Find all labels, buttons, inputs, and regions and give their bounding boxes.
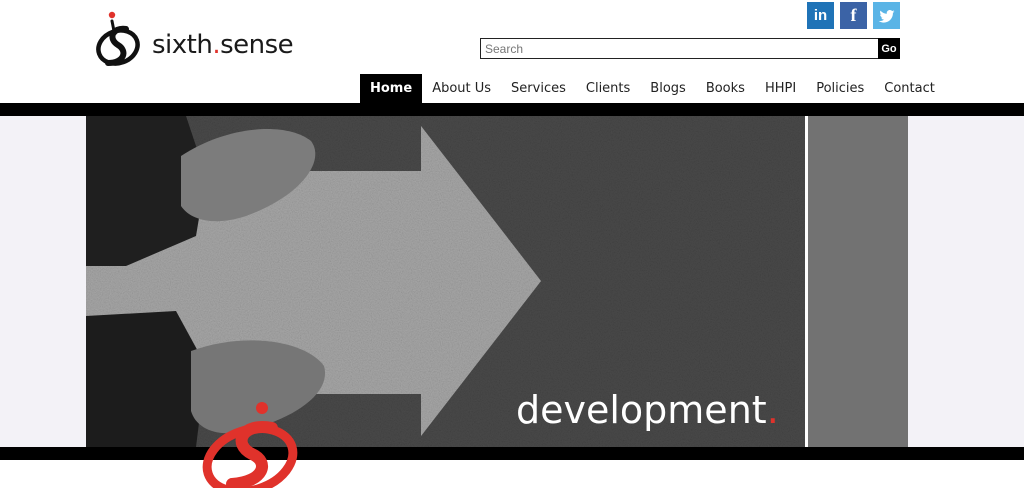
nav-about-us[interactable]: About Us	[422, 74, 501, 103]
search-bar: Go	[480, 38, 900, 59]
hero-side-panel	[808, 116, 908, 447]
search-go-button[interactable]: Go	[878, 38, 900, 59]
brand-name: sixth.sense	[152, 30, 294, 60]
social-links: in f	[807, 2, 900, 29]
linkedin-icon[interactable]: in	[807, 2, 834, 29]
red-logo-icon	[202, 402, 298, 488]
nav-home[interactable]: Home	[360, 74, 423, 103]
hero-top-bar	[0, 103, 1024, 116]
nav-services[interactable]: Services	[501, 74, 576, 103]
search-input[interactable]	[480, 38, 878, 59]
facebook-icon[interactable]: f	[840, 2, 867, 29]
bird-icon	[878, 9, 894, 23]
nav-clients[interactable]: Clients	[576, 74, 640, 103]
logo-icon	[96, 11, 140, 66]
nav-books[interactable]: Books	[696, 74, 755, 103]
twitter-icon[interactable]	[873, 2, 900, 29]
main-nav: Home About Us Services Clients Blogs Boo…	[360, 74, 945, 103]
nav-blogs[interactable]: Blogs	[640, 74, 696, 103]
nav-contact[interactable]: Contact	[874, 74, 945, 103]
page: sixth.sense in f Go Home About Us Servic…	[0, 0, 1024, 488]
hero-bottom-bar	[0, 447, 1024, 460]
hero-caption: development.	[516, 388, 779, 432]
site-logo[interactable]: sixth.sense	[94, 8, 304, 72]
nav-policies[interactable]: Policies	[806, 74, 874, 103]
nav-hhpi[interactable]: HHPI	[755, 74, 806, 103]
